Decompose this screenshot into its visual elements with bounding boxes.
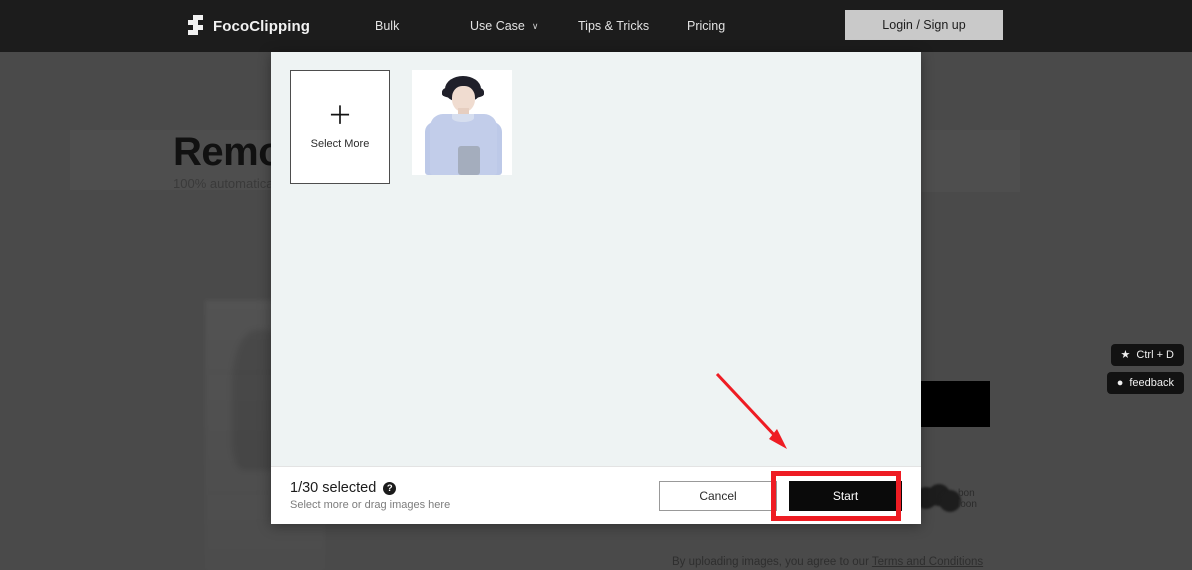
page-subtitle: 100% automatica [173,176,273,191]
login-signup-button[interactable]: Login / Sign up [845,10,1003,40]
help-icon[interactable]: ? [383,482,396,495]
portrait-collar [452,114,474,122]
portrait-shirt-print [458,146,480,175]
drag-drop-hint: Select more or drag images here [290,499,450,511]
modal-footer: 1/30 selected ? Select more or drag imag… [271,466,921,524]
nav-item-tips-tricks[interactable]: Tips & Tricks [578,19,649,33]
nav-item-use-case[interactable]: Use Case ∨ [470,19,538,33]
speech-bubble-icon: ● [1117,378,1124,389]
avatar-caption: bon loon [958,488,977,510]
modal-image-tray[interactable]: ＋ Select More [271,52,921,466]
terms-and-conditions-link[interactable]: Terms and Conditions [872,556,983,568]
nav-item-label: Bulk [375,19,399,33]
select-more-tile[interactable]: ＋ Select More [290,70,390,184]
list-item[interactable] [412,70,512,175]
brand[interactable]: FocoClipping [188,15,310,37]
selection-status: 1/30 selected ? Select more or drag imag… [290,480,450,511]
plus-icon: ＋ [327,105,352,127]
star-icon: ★ [1121,350,1131,361]
start-button[interactable]: Start [789,481,902,511]
nav-item-bulk[interactable]: Bulk [375,19,399,33]
upload-modal: ＋ Select More 1/30 selected [271,52,921,524]
feedback-widget[interactable]: ● feedback [1107,372,1184,394]
feedback-label: feedback [1129,377,1174,389]
bookmark-shortcut-label: Ctrl + D [1136,349,1174,361]
page-root: Remov 100% automatica bon loon By upload… [0,0,1192,570]
avatar-group [915,484,961,512]
brand-name: FocoClipping [213,18,310,35]
nav-item-label: Use Case [470,19,525,33]
nav-item-label: Pricing [687,19,725,33]
bookmark-shortcut-widget[interactable]: ★ Ctrl + D [1111,344,1184,366]
terms-prefix-text: By uploading images, you agree to our [672,556,872,568]
select-more-label: Select More [311,138,370,150]
modal-actions: Cancel Start [659,481,902,511]
top-navbar: FocoClipping Bulk Use Case ∨ Tips & Tric… [0,0,1192,52]
selected-count-row: 1/30 selected ? [290,480,450,496]
terms-notice: By uploading images, you agree to our Te… [672,556,983,568]
chevron-down-icon: ∨ [532,21,539,32]
nav-item-pricing[interactable]: Pricing [687,19,725,33]
thumbnail-list: ＋ Select More [290,70,902,184]
status-badge: 1/30 selected [290,480,376,496]
pixel-logo-icon [188,15,204,37]
cancel-button[interactable]: Cancel [659,481,777,511]
nav-item-label: Tips & Tricks [578,19,649,33]
